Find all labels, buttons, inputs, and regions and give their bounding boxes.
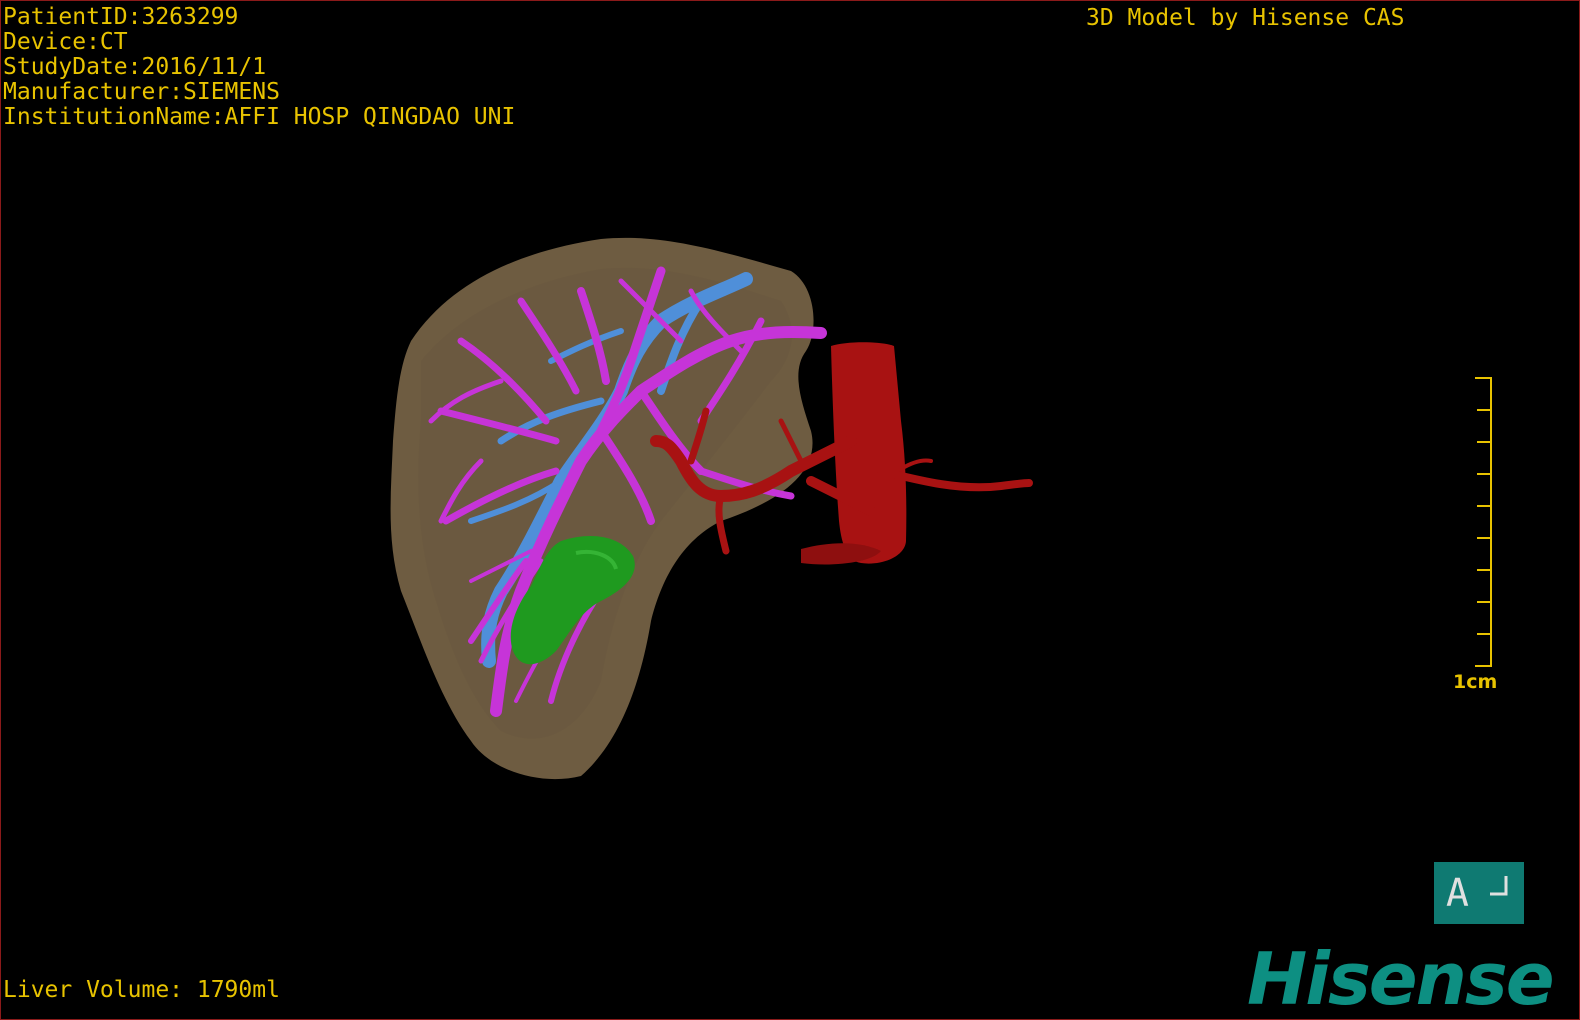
liver-volume: Liver Volume: 1790ml [3, 977, 280, 1003]
orientation-axis-icon [1490, 876, 1508, 896]
liver-3d-model[interactable] [1, 1, 1579, 1019]
orientation-cube[interactable]: A [1434, 862, 1524, 924]
liver-surface [390, 237, 814, 780]
scale-bar-label: 1cm [1453, 671, 1498, 693]
orientation-label: A [1446, 871, 1469, 915]
brand-logo: Hisense [1247, 937, 1555, 1020]
scale-bar [1475, 377, 1492, 667]
3d-viewport[interactable]: PatientID:3263299 Device:CT StudyDate:20… [0, 0, 1580, 1020]
